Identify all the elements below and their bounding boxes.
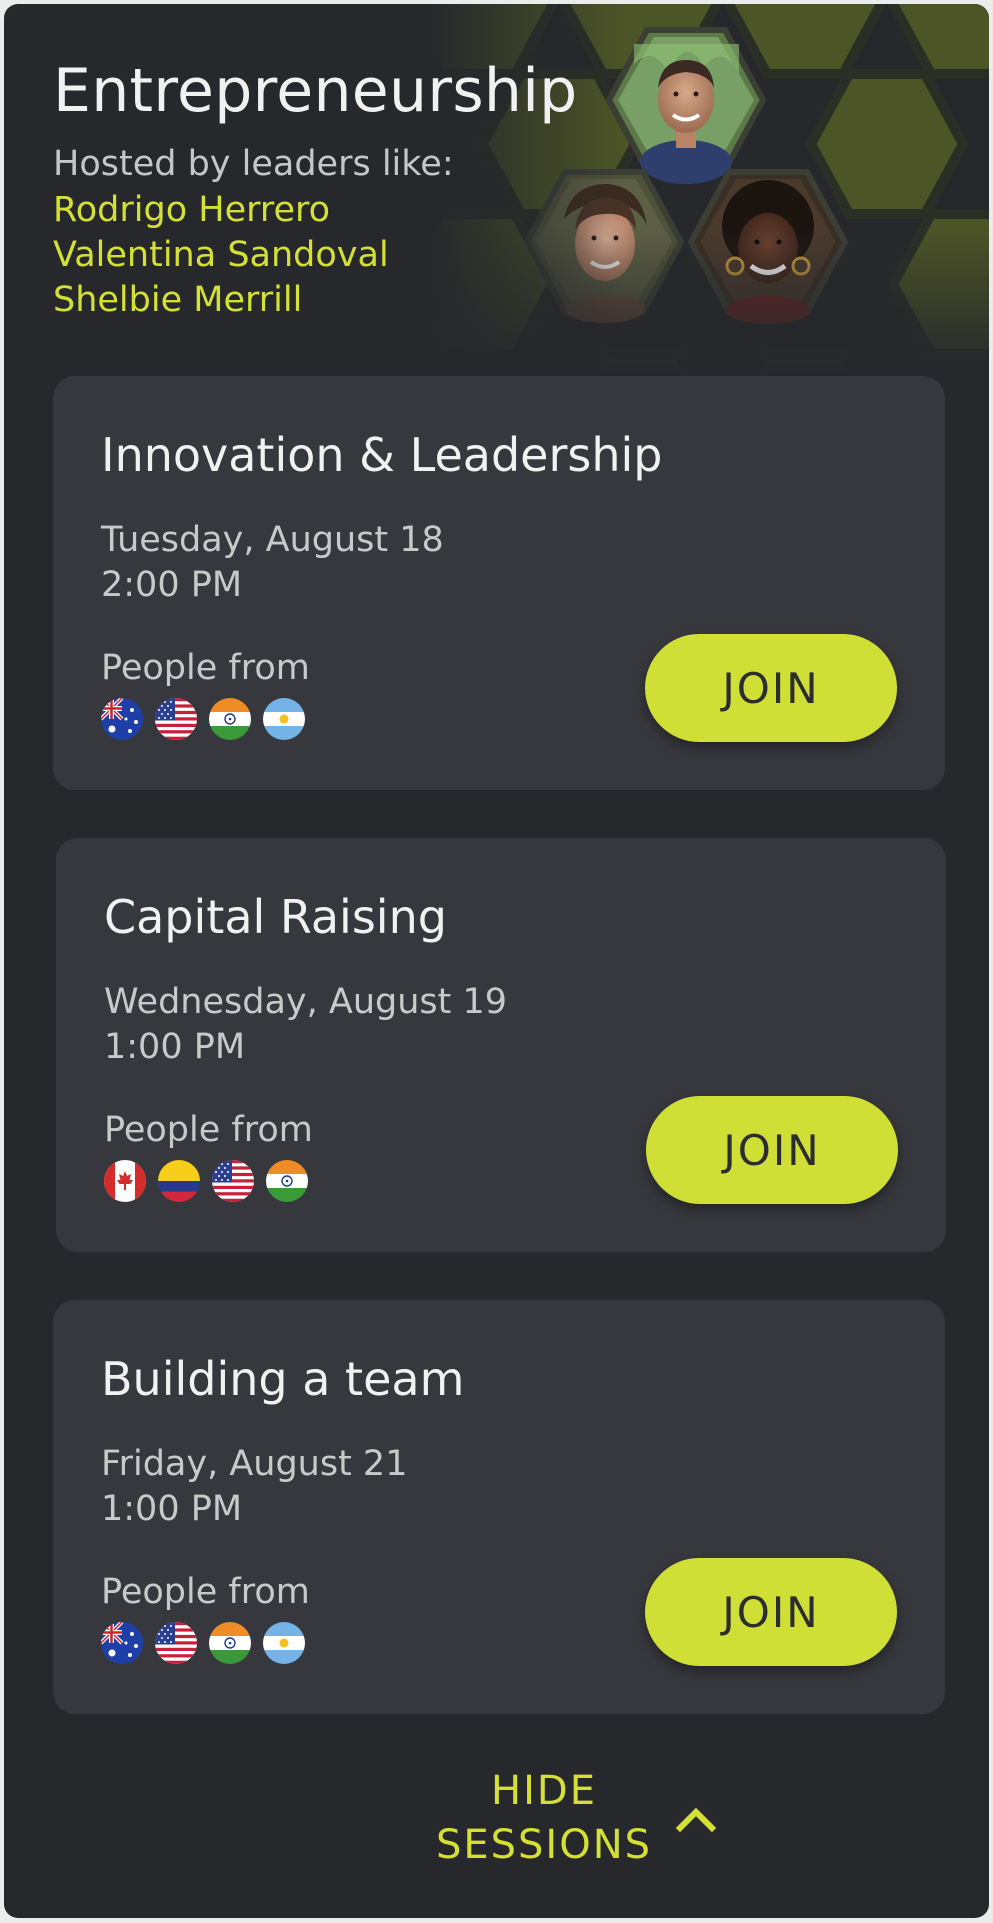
country-flags bbox=[101, 698, 305, 740]
session-title: Building a team bbox=[101, 1352, 465, 1406]
session-date: Tuesday, August 18 bbox=[101, 520, 444, 560]
canada-flag-icon bbox=[104, 1160, 146, 1202]
usa-flag-icon bbox=[212, 1160, 254, 1202]
argentina-flag-icon bbox=[263, 1622, 305, 1664]
argentina-flag-icon bbox=[263, 698, 305, 740]
india-flag-icon bbox=[209, 698, 251, 740]
join-button[interactable]: JOIN bbox=[645, 634, 897, 742]
join-button[interactable]: JOIN bbox=[646, 1096, 898, 1204]
leader-link[interactable]: Valentina Sandoval bbox=[53, 233, 389, 278]
group-header: Entrepreneurship Hosted by leaders like:… bbox=[4, 4, 989, 374]
country-flags bbox=[101, 1622, 305, 1664]
session-card: Capital Raising Wednesday, August 19 1:0… bbox=[56, 838, 946, 1252]
hosted-by-label: Hosted by leaders like: bbox=[53, 144, 454, 184]
india-flag-icon bbox=[209, 1622, 251, 1664]
group-title: Entrepreneurship bbox=[53, 56, 578, 126]
session-title: Capital Raising bbox=[104, 890, 447, 944]
india-flag-icon bbox=[266, 1160, 308, 1202]
hide-sessions-label-line1: HIDE bbox=[491, 1768, 597, 1814]
usa-flag-icon bbox=[155, 1622, 197, 1664]
people-from-label: People from bbox=[104, 1110, 313, 1150]
join-button[interactable]: JOIN bbox=[645, 1558, 897, 1666]
australia-flag-icon bbox=[101, 698, 143, 740]
group-card: Entrepreneurship Hosted by leaders like:… bbox=[4, 4, 989, 1918]
session-time: 2:00 PM bbox=[101, 565, 243, 605]
session-date: Friday, August 21 bbox=[101, 1444, 408, 1484]
usa-flag-icon bbox=[155, 698, 197, 740]
colombia-flag-icon bbox=[158, 1160, 200, 1202]
leader-link[interactable]: Shelbie Merrill bbox=[53, 278, 389, 323]
chevron-up-icon[interactable] bbox=[674, 1804, 718, 1834]
people-from-label: People from bbox=[101, 1572, 310, 1612]
session-time: 1:00 PM bbox=[104, 1027, 246, 1067]
country-flags bbox=[104, 1160, 308, 1202]
australia-flag-icon bbox=[101, 1622, 143, 1664]
session-title: Innovation & Leadership bbox=[101, 428, 663, 482]
leader-link[interactable]: Rodrigo Herrero bbox=[53, 188, 389, 233]
hide-sessions-button[interactable]: HIDE SESSIONS bbox=[364, 1764, 724, 1872]
session-time: 1:00 PM bbox=[101, 1489, 243, 1529]
session-card: Building a team Friday, August 21 1:00 P… bbox=[53, 1300, 945, 1714]
hide-sessions-label-line2: SESSIONS bbox=[435, 1822, 653, 1868]
session-card: Innovation & Leadership Tuesday, August … bbox=[53, 376, 945, 790]
leaders-list: Rodrigo Herrero Valentina Sandoval Shelb… bbox=[53, 188, 389, 323]
session-date: Wednesday, August 19 bbox=[104, 982, 508, 1022]
people-from-label: People from bbox=[101, 648, 310, 688]
